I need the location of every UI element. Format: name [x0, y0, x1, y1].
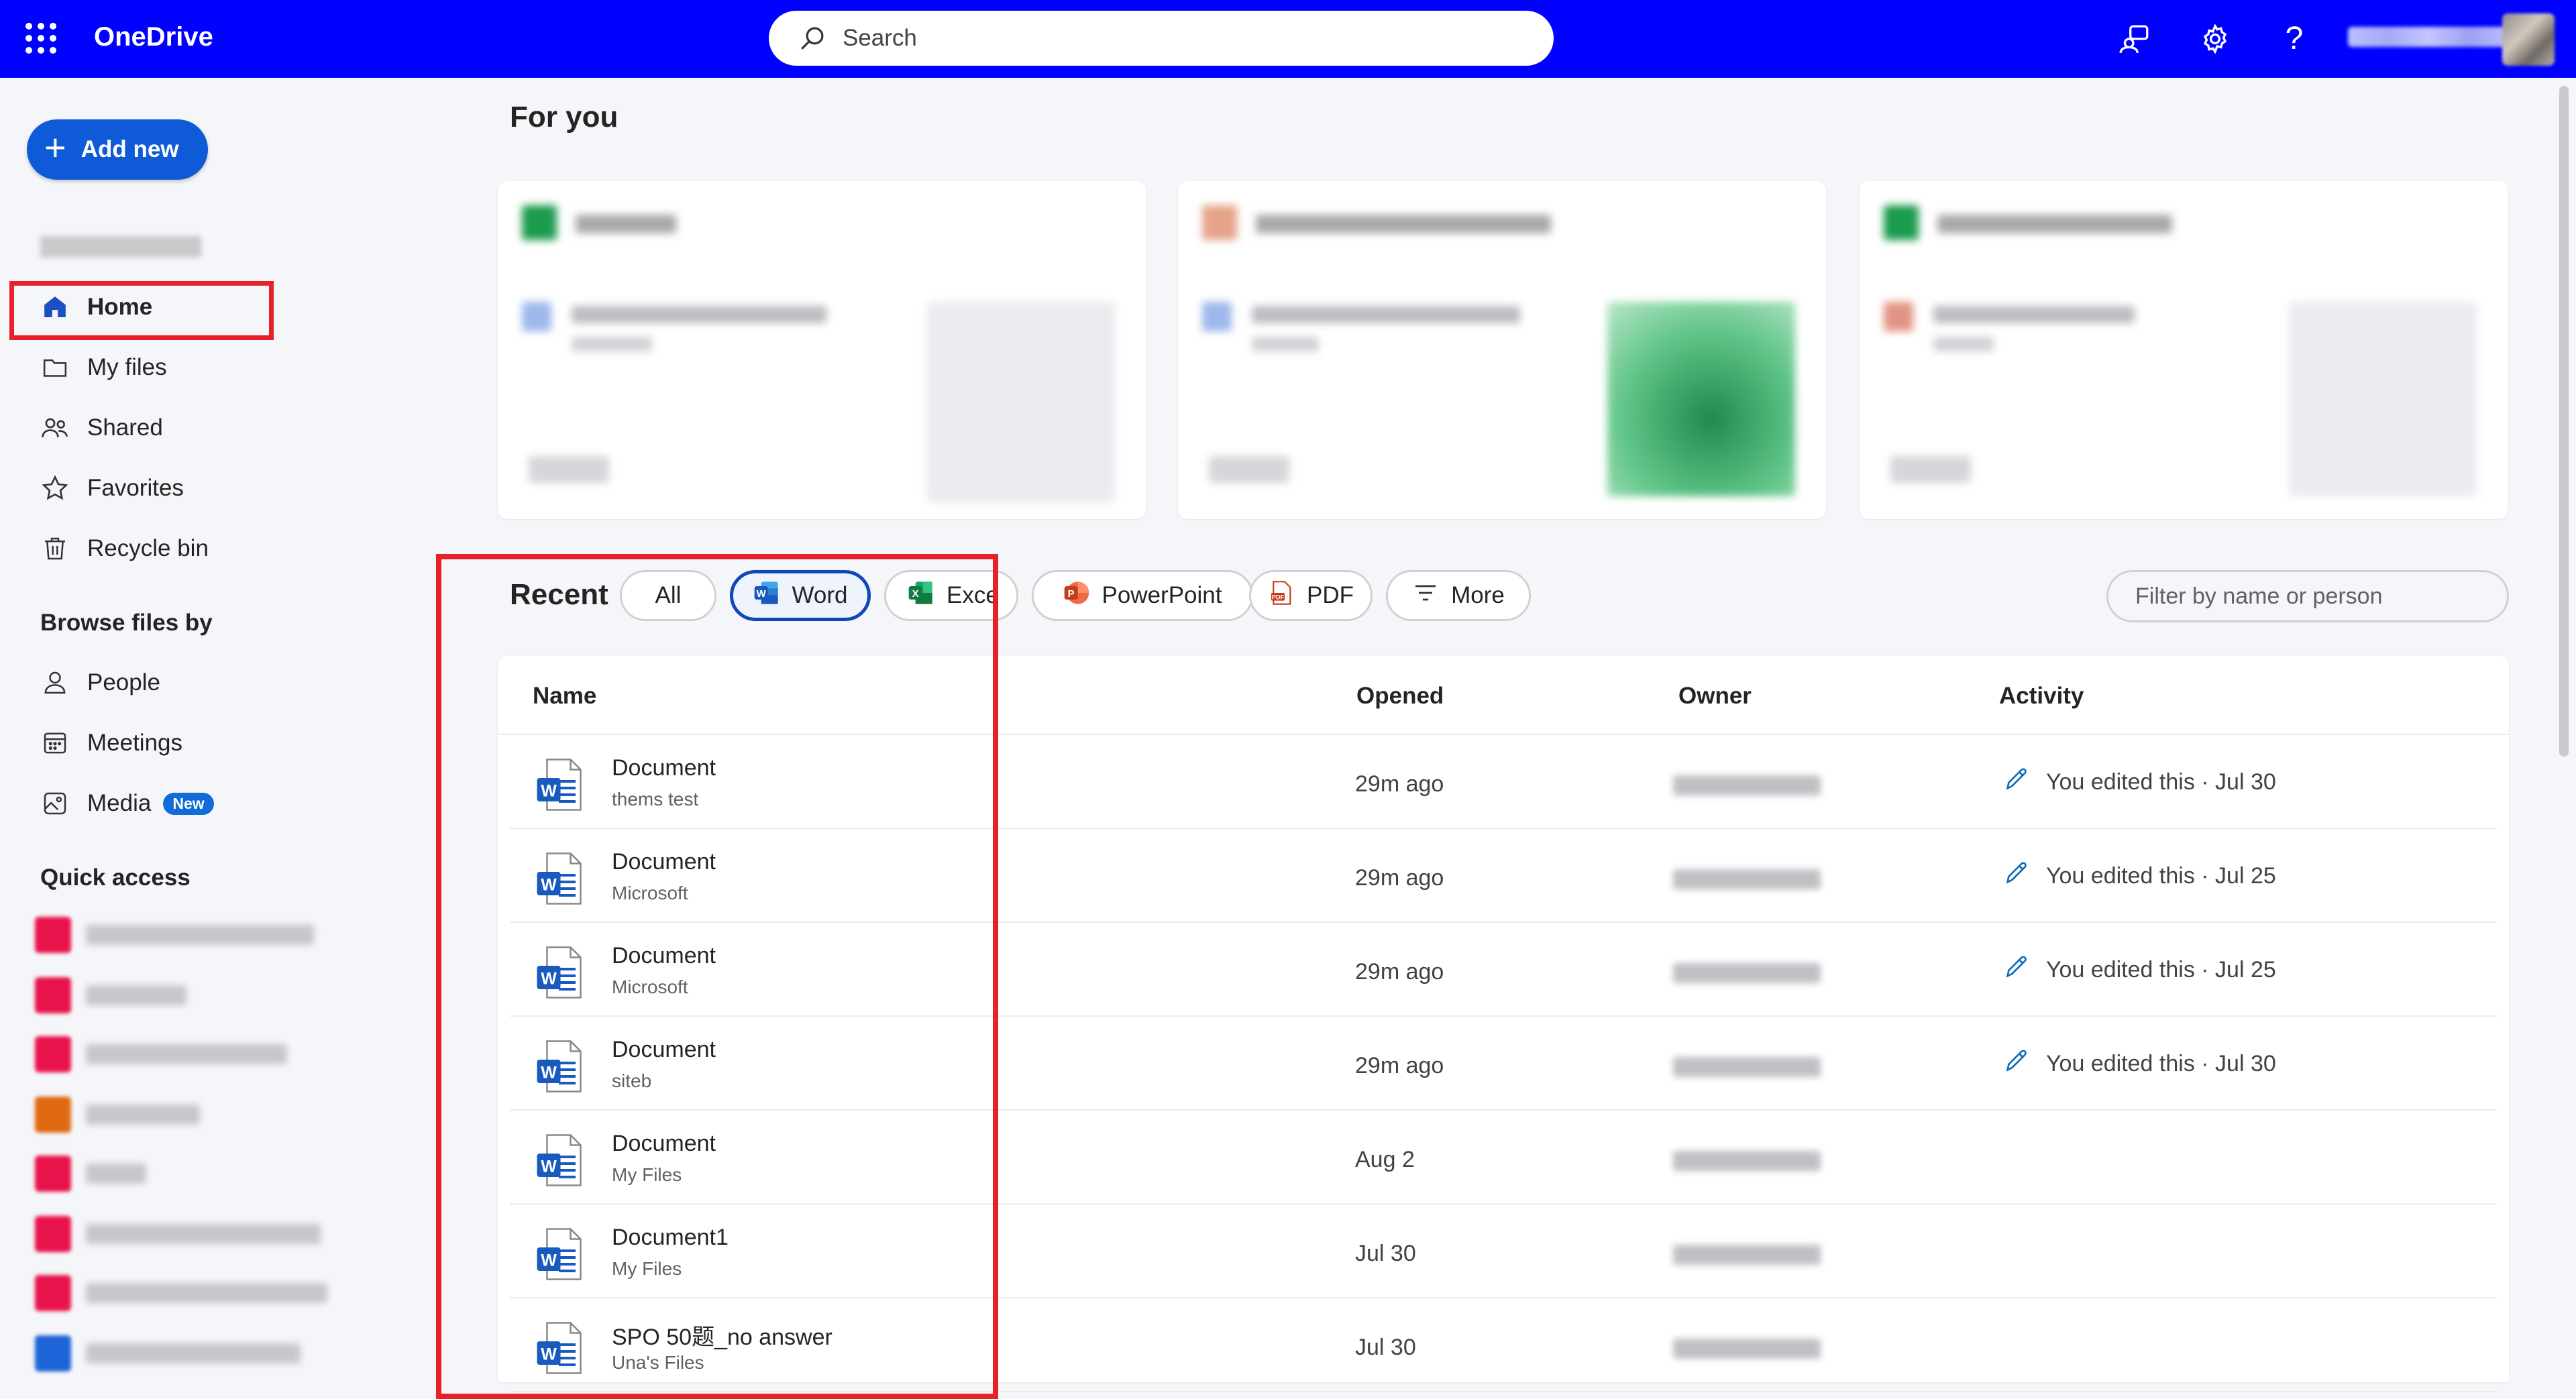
owner-name[interactable]	[1673, 1339, 1821, 1359]
edit-pencil-icon	[2003, 954, 2046, 987]
edit-pencil-icon	[2003, 860, 2046, 893]
activity: You edited this · Jul 25	[2003, 954, 2276, 987]
activity-text: You edited this · Jul 25	[2046, 957, 2276, 983]
owner-name[interactable]	[1673, 869, 1821, 889]
sidebar-item-shared[interactable]: Shared	[40, 408, 163, 448]
activity-text: You edited this · Jul 30	[2046, 769, 2276, 795]
chip-label: More	[1451, 582, 1505, 608]
quick-access-item[interactable]	[35, 1036, 287, 1073]
filter-powerpoint-chip[interactable]: P PowerPoint	[1032, 570, 1253, 621]
opened-time: Jul 30	[1355, 1241, 1416, 1266]
quick-access-item[interactable]	[35, 1096, 200, 1133]
sidebar-item-label: Media	[87, 790, 152, 816]
quick-access-item[interactable]	[35, 1274, 327, 1312]
sidebar-item-label: Shared	[87, 414, 163, 441]
activity: You edited this · Jul 30	[2003, 1048, 2276, 1080]
quick-access-item[interactable]	[35, 1215, 321, 1253]
folder-icon	[40, 353, 70, 382]
opened-time: Aug 2	[1355, 1147, 1415, 1172]
for-you-card[interactable]	[1860, 181, 2508, 519]
person-icon	[40, 668, 70, 697]
column-header-activity[interactable]: Activity	[1999, 683, 2084, 710]
sidebar-item-label: People	[87, 669, 160, 695]
add-new-label: Add new	[80, 136, 179, 162]
edit-pencil-icon	[2003, 766, 2046, 799]
quick-access-item[interactable]	[35, 916, 314, 954]
chip-label: PDF	[1307, 582, 1354, 608]
sidebar-item-label: My files	[87, 354, 167, 380]
search-box[interactable]	[769, 11, 1554, 66]
owner-name[interactable]	[1673, 775, 1821, 795]
opened-time: 29m ago	[1355, 865, 1444, 891]
avatar[interactable]	[2502, 13, 2555, 66]
activity-text: You edited this · Jul 30	[2046, 1051, 2276, 1076]
search-input[interactable]	[841, 24, 1448, 52]
help-icon[interactable]: ?	[2275, 20, 2313, 58]
opened-time: 29m ago	[1355, 771, 1444, 797]
quick-access-heading: Quick access	[40, 864, 191, 891]
sidebar-item-label: Recycle bin	[87, 535, 209, 561]
activity: You edited this · Jul 25	[2003, 860, 2276, 893]
opened-time: Jul 30	[1355, 1335, 1416, 1360]
for-you-heading: For you	[510, 101, 619, 133]
app-title[interactable]: OneDrive	[94, 22, 213, 52]
quick-access-item[interactable]	[35, 1335, 301, 1372]
opened-time: 29m ago	[1355, 1053, 1444, 1078]
quick-access-item[interactable]	[35, 1155, 146, 1192]
filter-icon	[1412, 579, 1439, 612]
gear-icon[interactable]	[2196, 20, 2234, 58]
column-header-owner[interactable]: Owner	[1678, 683, 1752, 710]
sidebar-item-media[interactable]: Media New	[40, 783, 214, 824]
search-icon	[801, 27, 824, 50]
sidebar-item-meetings[interactable]: Meetings	[40, 723, 182, 763]
sidebar: + Add new Home My files Shared Favorites	[0, 78, 443, 1382]
add-new-button[interactable]: + Add new	[27, 119, 208, 180]
powerpoint-icon: P	[1063, 579, 1090, 612]
star-icon	[40, 473, 70, 503]
chip-label: PowerPoint	[1102, 582, 1222, 608]
recent-highlight-box	[436, 554, 998, 1399]
filter-more-chip[interactable]: More	[1386, 570, 1531, 621]
home-highlight-box	[9, 281, 274, 340]
browse-files-heading: Browse files by	[40, 610, 213, 636]
filter-by-name-input[interactable]	[2134, 582, 2485, 610]
edit-pencil-icon	[2003, 1048, 2046, 1080]
owner-name[interactable]	[1673, 1151, 1821, 1171]
feedback-icon[interactable]	[2116, 20, 2153, 58]
sidebar-item-people[interactable]: People	[40, 663, 160, 703]
top-bar: OneDrive ?	[0, 0, 2576, 78]
sidebar-item-label: Favorites	[87, 475, 184, 501]
filter-pdf-chip[interactable]: PDF PDF	[1249, 570, 1373, 621]
sidebar-item-my-files[interactable]: My files	[40, 347, 167, 388]
activity: You edited this · Jul 30	[2003, 766, 2276, 799]
for-you-card[interactable]	[498, 181, 1146, 519]
sidebar-item-favorites[interactable]: Favorites	[40, 468, 184, 508]
owner-name[interactable]	[1673, 1245, 1821, 1265]
new-badge: New	[163, 792, 214, 815]
filter-by-name-box[interactable]	[2106, 570, 2509, 622]
svg-text:P: P	[1067, 587, 1074, 599]
owner-name[interactable]	[1673, 963, 1821, 983]
svg-text:PDF: PDF	[1272, 594, 1285, 600]
trash-icon	[40, 534, 70, 563]
activity-text: You edited this · Jul 25	[2046, 863, 2276, 889]
calendar-icon	[40, 728, 70, 758]
column-header-opened[interactable]: Opened	[1356, 683, 1444, 710]
image-icon	[40, 789, 70, 818]
account-name[interactable]	[2348, 27, 2509, 47]
account-display-name	[40, 236, 201, 258]
quick-access-item[interactable]	[35, 976, 186, 1014]
plus-icon: +	[44, 126, 66, 168]
pdf-icon: PDF	[1268, 579, 1295, 612]
sidebar-item-recycle-bin[interactable]: Recycle bin	[40, 528, 209, 569]
scrollbar[interactable]	[2559, 86, 2569, 757]
app-launcher-icon[interactable]	[25, 23, 56, 54]
people-icon	[40, 413, 70, 443]
for-you-card[interactable]	[1178, 181, 1826, 519]
opened-time: 29m ago	[1355, 959, 1444, 985]
owner-name[interactable]	[1673, 1057, 1821, 1077]
sidebar-item-label: Meetings	[87, 730, 183, 756]
